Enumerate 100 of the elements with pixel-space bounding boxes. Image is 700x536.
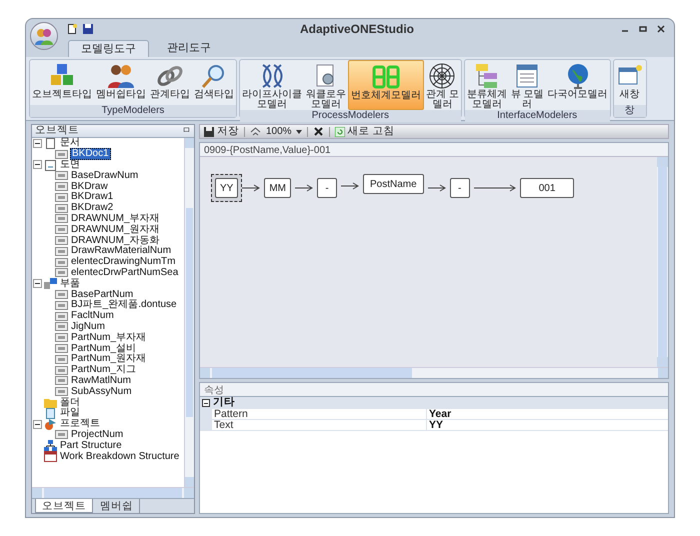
delete-icon[interactable]: [312, 126, 324, 137]
tree-item[interactable]: 문서: [59, 138, 81, 148]
ribbon-button[interactable]: 라이프사이클 모델러: [240, 60, 304, 110]
tree-item[interactable]: BKDraw2: [70, 203, 114, 214]
number-tag-icon: [55, 181, 68, 192]
ribbon-button[interactable]: 다국어모델러: [546, 60, 610, 110]
number-tag-icon: [55, 375, 68, 386]
tree-item[interactable]: 프로젝트: [59, 419, 101, 430]
tree-item[interactable]: elentecDrawingNumTm: [70, 257, 176, 268]
tree-item[interactable]: elentecDrwPartNumSea: [70, 268, 180, 278]
folder-icon: [44, 397, 57, 408]
tree-item[interactable]: BaseDrawNum: [70, 170, 140, 181]
tree-item[interactable]: PartNum_지그: [70, 365, 138, 376]
ribbon-button[interactable]: 멤버쉽타입: [94, 60, 148, 105]
ribbon-button[interactable]: 분류체계 모델러: [464, 60, 509, 110]
ribbon-group-label: ProcessModelers: [240, 110, 461, 122]
tree-item[interactable]: 부품: [59, 278, 81, 289]
close-icon[interactable]: [656, 24, 666, 34]
collapse-toggle[interactable]: [33, 279, 42, 288]
connector-arrow: [242, 184, 260, 192]
panel-tab[interactable]: 오브젝트: [35, 499, 93, 513]
drawing-sheet-icon: [44, 160, 57, 170]
horizontal-scrollbar[interactable]: [200, 367, 668, 378]
tree-item[interactable]: DRAWNUM_부자재: [70, 214, 161, 224]
ribbon-button[interactable]: 새창: [614, 60, 646, 105]
digital-display-icon: [372, 63, 400, 91]
chart-window-icon: [44, 451, 57, 462]
tree-item[interactable]: BKDraw: [70, 182, 109, 192]
number-tag-icon: [55, 321, 68, 332]
tree-item[interactable]: 도면: [59, 160, 81, 170]
number-tag-icon: [55, 202, 68, 214]
tree-item[interactable]: 파일: [59, 408, 81, 418]
tree-item[interactable]: SubAssyNum: [70, 386, 133, 397]
tree-item[interactable]: FacltNum: [70, 311, 115, 322]
app-menu-button[interactable]: [30, 22, 58, 50]
collapse-toggle[interactable]: [33, 420, 42, 429]
horizontal-scrollbar[interactable]: [32, 487, 194, 498]
tree-item[interactable]: JigNum: [70, 322, 106, 332]
ribbon-group-label: TypeModelers: [30, 105, 236, 117]
ribbon-tab[interactable]: 관리도구: [155, 40, 223, 57]
tree-item[interactable]: 폴더: [59, 398, 81, 408]
number-tag-icon: [55, 386, 68, 398]
panel-tab[interactable]: 멤버쉽: [94, 499, 140, 513]
file-icon: [44, 408, 57, 419]
number-tag-icon: [55, 289, 68, 300]
ribbon-group-label: 창: [614, 105, 646, 117]
ribbon-button[interactable]: 관계타입: [148, 60, 192, 105]
tree-item[interactable]: DrawRawMaterialNum: [70, 246, 172, 256]
tree-item[interactable]: PartNum_설비: [70, 344, 138, 354]
collapse-toggle[interactable]: [202, 399, 210, 407]
ribbon-button[interactable]: 뷰 모델 러: [508, 60, 546, 110]
ribbon-button[interactable]: 관계 모 델러: [424, 60, 461, 110]
blocks-icon: [44, 278, 57, 290]
tree-item[interactable]: Part Structure: [59, 440, 123, 451]
tree-item[interactable]: ProjectNum: [70, 430, 124, 440]
ribbon-tab[interactable]: 모델링도구: [68, 40, 149, 57]
ribbon-button[interactable]: 검색타입: [192, 60, 236, 105]
refresh-button[interactable]: 새로 고침: [334, 124, 394, 140]
number-tag-icon: [55, 170, 68, 182]
panel-title: 속성: [200, 383, 668, 397]
tree-item[interactable]: BasePartNum: [70, 290, 134, 300]
tree-item[interactable]: RawMatlNum: [70, 376, 132, 386]
ribbon-button[interactable]: 워클로우 모델러: [304, 60, 348, 110]
save-icon[interactable]: [82, 23, 94, 35]
ribbon-button[interactable]: 오브젝트타입: [30, 60, 94, 105]
tree-item[interactable]: PartNum_원자재: [70, 354, 148, 364]
new-document-icon[interactable]: [66, 23, 78, 35]
number-tag-icon: [55, 332, 68, 344]
maximize-icon[interactable]: [638, 24, 648, 34]
tree-item[interactable]: PartNum_부자재: [70, 332, 148, 343]
tree-item[interactable]: BJ파트_완제품.dontuse: [70, 300, 178, 310]
tree-item[interactable]: BKDoc1: [70, 148, 111, 160]
number-tag-icon: [55, 300, 68, 311]
tree-item[interactable]: BKDraw1: [70, 192, 114, 202]
collapse-toggle[interactable]: [33, 160, 42, 170]
save-button[interactable]: 저장: [204, 124, 239, 140]
tree-item[interactable]: DRAWNUM_원자재: [70, 224, 161, 235]
ribbon-group-label: InterfaceModelers: [464, 110, 610, 122]
vertical-scrollbar[interactable]: [657, 157, 668, 367]
property-name: Text: [212, 420, 427, 431]
collapse-toggle[interactable]: [33, 138, 42, 148]
number-format-text: 0909-{PostName,Value}-001: [200, 143, 668, 157]
property-value[interactable]: Year: [427, 409, 668, 420]
diagram-node[interactable]: YY: [211, 174, 242, 202]
number-tag-icon: [55, 343, 68, 354]
window-title: AdaptiveONEStudio: [298, 21, 415, 38]
property-value[interactable]: YY: [427, 420, 668, 431]
vertical-scrollbar[interactable]: [184, 138, 194, 487]
pin-button[interactable]: ㅁ: [182, 124, 191, 138]
number-tag-icon: [55, 267, 68, 278]
tree-item[interactable]: DRAWNUM_자동화: [70, 236, 161, 246]
tree-item[interactable]: Work Breakdown Structure: [59, 452, 180, 462]
category-label: 기타: [213, 395, 235, 410]
number-tag-icon: [55, 224, 68, 236]
number-tag-icon: [55, 364, 68, 376]
spider-web-icon: [428, 62, 456, 90]
ribbon-button[interactable]: 번호체계모델러: [348, 60, 424, 110]
zoom-dropdown[interactable]: 100%: [266, 124, 302, 139]
zoom-fit-icon[interactable]: [250, 126, 261, 137]
people-icon: [107, 62, 135, 90]
